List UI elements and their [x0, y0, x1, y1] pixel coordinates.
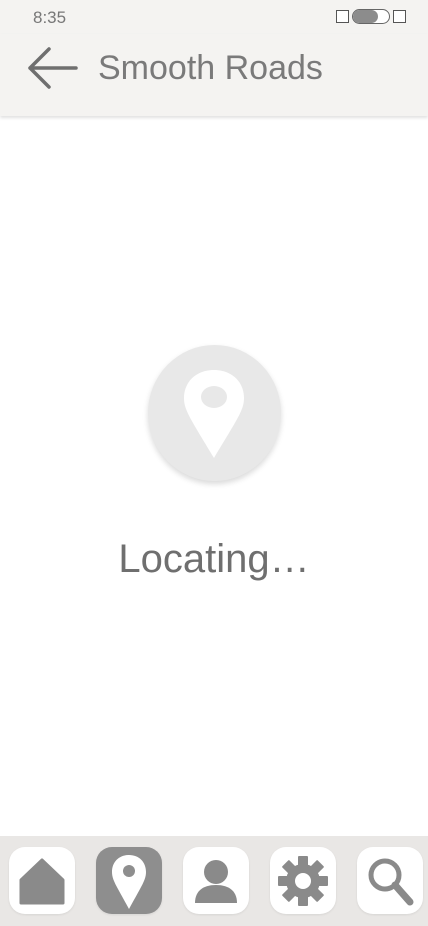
location-indicator	[148, 345, 281, 481]
status-icons	[336, 9, 406, 24]
locating-status-text: Locating…	[118, 537, 310, 581]
status-time: 8:35	[33, 8, 67, 27]
bottom-nav	[0, 836, 428, 926]
status-square-icon	[393, 10, 406, 23]
gear-icon	[278, 856, 328, 906]
status-bar: 8:35	[0, 0, 428, 34]
app-bar: Smooth Roads	[0, 34, 428, 116]
home-icon	[19, 858, 65, 905]
nav-search-button[interactable]	[357, 847, 423, 914]
nav-location-button[interactable]	[96, 847, 162, 914]
nav-settings-button[interactable]	[270, 847, 336, 914]
back-button[interactable]	[22, 46, 80, 92]
arrow-left-icon	[28, 47, 78, 89]
page-title: Smooth Roads	[98, 49, 323, 87]
map-pin-icon	[112, 855, 146, 909]
map-pin-icon	[184, 370, 244, 458]
search-icon	[368, 858, 414, 906]
nav-profile-button[interactable]	[183, 847, 249, 914]
nav-home-button[interactable]	[9, 847, 75, 914]
status-square-icon	[336, 10, 349, 23]
user-icon	[195, 860, 237, 903]
status-toggle-icon	[352, 9, 390, 24]
